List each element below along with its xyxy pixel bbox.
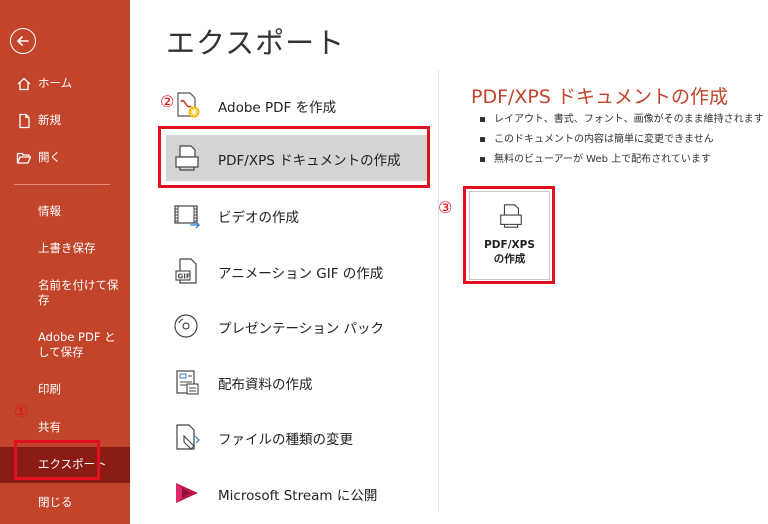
sidebar-item-save[interactable]: 上書き保存 (0, 241, 130, 256)
gif-icon: GIF (175, 258, 197, 284)
folder-open-icon (16, 152, 32, 164)
detail-bullet: 無料のビューアーが Web 上で配布されています (480, 150, 764, 170)
video-icon (174, 205, 200, 229)
sidebar-item-info[interactable]: 情報 (0, 204, 130, 219)
change-type-icon (176, 424, 200, 450)
detail-bullets: レイアウト、書式、フォント、画像がそのまま維持されます このドキュメントの内容は… (480, 110, 764, 170)
sidebar-item-label: 閉じる (38, 495, 73, 509)
export-option-animated-gif[interactable]: GIF アニメーション GIF の作成 (166, 248, 430, 294)
sidebar-item-share[interactable]: 共有 (0, 420, 130, 435)
export-option-label: アニメーション GIF の作成 (218, 266, 384, 282)
create-pdf-xps-button-label: PDF/XPS の作成 (470, 238, 549, 266)
export-option-label: ファイルの種類の変更 (218, 432, 353, 448)
sidebar-item-label: 情報 (38, 204, 61, 218)
export-option-label: プレゼンテーション パック (218, 321, 385, 337)
sidebar-item-print[interactable]: 印刷 (0, 382, 130, 397)
home-icon (17, 77, 31, 91)
sidebar-item-new[interactable]: 新規 (0, 113, 130, 129)
create-pdf-xps-button[interactable]: PDF/XPS の作成 (469, 191, 550, 280)
export-option-change-file-type[interactable]: ファイルの種類の変更 (166, 414, 430, 460)
detail-bullet: レイアウト、書式、フォント、画像がそのまま維持されます (480, 110, 764, 130)
sidebar-item-save-as-adobe-pdf[interactable]: Adobe PDF として保存 (0, 330, 130, 360)
export-option-label: PDF/XPS ドキュメントの作成 (218, 153, 401, 169)
export-option-handouts[interactable]: 配布資料の作成 (166, 359, 430, 405)
stream-icon (176, 483, 198, 503)
annotation-number-3: ③ (438, 198, 453, 217)
sidebar-item-export[interactable]: エクスポート (0, 447, 130, 483)
sidebar-item-home[interactable]: ホーム (0, 76, 130, 91)
sidebar-item-label: 新規 (38, 113, 61, 127)
panel-divider (438, 70, 439, 510)
sidebar-item-label: 共有 (38, 420, 61, 434)
export-option-presentation-pack[interactable]: プレゼンテーション パック (166, 303, 430, 349)
sidebar-item-label: ホーム (38, 76, 73, 90)
export-option-video[interactable]: ビデオの作成 (166, 192, 430, 238)
new-file-icon (19, 113, 30, 129)
export-option-label: Microsoft Stream に公開 (218, 488, 378, 504)
sidebar-item-label: 開く (38, 150, 61, 164)
sidebar-item-label: Adobe PDF として保存 (38, 330, 116, 359)
cd-icon (174, 314, 198, 338)
button-label-line-2: の作成 (493, 253, 526, 265)
sidebar-item-label: 印刷 (38, 382, 61, 396)
sidebar-item-label: 名前を付けて保存 (38, 278, 119, 307)
export-option-label: ビデオの作成 (218, 210, 299, 226)
back-arrow-icon (17, 36, 29, 46)
page-title: エクスポート (166, 26, 346, 60)
backstage-sidebar: ホーム 新規 開く 情報 上書き保存 名前を付けて保存 Adobe PDF とし… (0, 0, 130, 524)
sidebar-item-save-as[interactable]: 名前を付けて保存 (0, 278, 130, 308)
annotation-number-1: ① (14, 402, 29, 421)
sidebar-divider (14, 184, 110, 185)
svg-text:GIF: GIF (178, 273, 191, 281)
sidebar-item-open[interactable]: 開く (0, 150, 130, 165)
back-button[interactable] (10, 28, 36, 54)
sidebar-item-label: 上書き保存 (38, 241, 96, 255)
export-option-microsoft-stream[interactable]: Microsoft Stream に公開 (166, 470, 430, 516)
detail-title: PDF/XPS ドキュメントの作成 (471, 86, 728, 108)
detail-bullet: このドキュメントの内容は簡単に変更できません (480, 130, 764, 150)
adobe-pdf-icon (177, 92, 200, 118)
export-option-label: 配布資料の作成 (218, 377, 313, 393)
export-option-adobe-pdf[interactable]: Adobe PDF を作成 (166, 82, 430, 128)
pdf-document-icon (500, 204, 522, 228)
pdf-document-icon (175, 145, 199, 171)
export-option-label: Adobe PDF を作成 (218, 100, 337, 116)
handout-icon (176, 370, 199, 395)
sidebar-item-label: エクスポート (38, 457, 107, 471)
sidebar-item-close[interactable]: 閉じる (0, 495, 130, 510)
export-option-pdf-xps[interactable]: PDF/XPS ドキュメントの作成 (166, 135, 430, 181)
button-label-line-1: PDF/XPS (484, 239, 535, 251)
